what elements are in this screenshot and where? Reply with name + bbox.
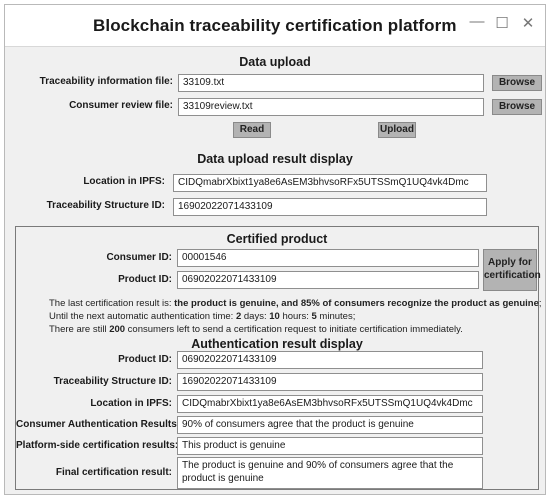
next-auth-hours: 10 <box>269 311 280 322</box>
remaining-suffix: consumers left to send a certification r… <box>125 324 463 335</box>
minimize-icon[interactable]: — <box>467 13 487 30</box>
remaining-count: 200 <box>109 324 126 335</box>
auth-structure-label: Traceability Structure ID: <box>53 376 172 387</box>
data-upload-title: Data upload <box>239 55 311 69</box>
auth-result-title: Authentication result display <box>191 337 363 351</box>
upload-structure-field: 16902022071433109 <box>173 198 487 216</box>
last-result-line: The last certification result is: the pr… <box>49 298 542 309</box>
upload-ipfs-field: CIDQmabrXbixt1ya8e6AsEM3bhvsoRFx5UTSSmQ1… <box>173 174 487 192</box>
trace-file-input[interactable]: 33109.txt <box>178 74 484 92</box>
next-auth-days-unit: days: <box>241 311 270 322</box>
upload-structure-label: Traceability Structure ID: <box>46 200 165 211</box>
read-button[interactable]: Read <box>233 122 271 138</box>
product-id-input[interactable]: 06902022071433109 <box>177 271 479 289</box>
product-id-label: Product ID: <box>118 274 172 285</box>
title-bar: Blockchain traceability certification pl… <box>5 5 545 47</box>
consumer-auth-field: 90% of consumers agree that the product … <box>177 416 483 434</box>
platform-cert-field: This product is genuine <box>177 437 483 455</box>
last-result-suffix: ; <box>538 298 542 309</box>
auth-product-label: Product ID: <box>118 354 172 365</box>
consumer-auth-label: Consumer Authentication Results: <box>16 419 181 430</box>
next-auth-line: Until the next automatic authentication … <box>49 311 355 322</box>
review-browse-button[interactable]: Browse <box>492 99 542 115</box>
final-cert-label: Final certification result: <box>55 467 172 478</box>
upload-result-title: Data upload result display <box>197 152 353 166</box>
next-auth-prefix: Until the next automatic authentication … <box>49 311 236 322</box>
certified-product-title: Certified product <box>226 232 328 246</box>
platform-cert-label: Platform-side certification results: <box>16 440 179 451</box>
last-result-value: the product is genuine, and 85% of consu… <box>174 298 539 309</box>
maximize-icon[interactable]: ☐ <box>492 14 512 32</box>
trace-browse-button[interactable]: Browse <box>492 75 542 91</box>
next-auth-minutes-unit: minutes; <box>316 311 356 322</box>
next-auth-hours-unit: hours: <box>279 311 312 322</box>
apply-certification-button[interactable]: Apply for certification <box>483 249 541 291</box>
certification-panel: Certified product Consumer ID: 00001546 … <box>15 226 542 490</box>
consumer-id-input[interactable]: 00001546 <box>177 249 479 267</box>
auth-ipfs-field: CIDQmabrXbixt1ya8e6AsEM3bhvsoRFx5UTSSmQ1… <box>177 395 483 413</box>
auth-structure-field: 16902022071433109 <box>177 373 483 391</box>
remaining-prefix: There are still <box>49 324 110 335</box>
window-title: Blockchain traceability certification pl… <box>93 16 457 35</box>
app-window: Blockchain traceability certification pl… <box>4 4 546 495</box>
consumer-id-label: Consumer ID: <box>106 252 172 263</box>
remaining-consumers-line: There are still 200 consumers left to se… <box>49 324 463 335</box>
final-cert-field: The product is genuine and 90% of consum… <box>177 457 483 489</box>
last-result-prefix: The last certification result is: <box>49 298 175 309</box>
auth-ipfs-label: Location in IPFS: <box>90 398 172 409</box>
review-file-label: Consumer review file: <box>69 100 173 111</box>
review-file-input[interactable]: 33109review.txt <box>178 98 484 116</box>
upload-button[interactable]: Upload <box>378 122 416 138</box>
close-icon[interactable]: ✕ <box>518 14 538 32</box>
auth-product-field: 06902022071433109 <box>177 351 483 369</box>
upload-ipfs-label: Location in IPFS: <box>83 176 165 187</box>
trace-file-label: Traceability information file: <box>39 76 173 87</box>
